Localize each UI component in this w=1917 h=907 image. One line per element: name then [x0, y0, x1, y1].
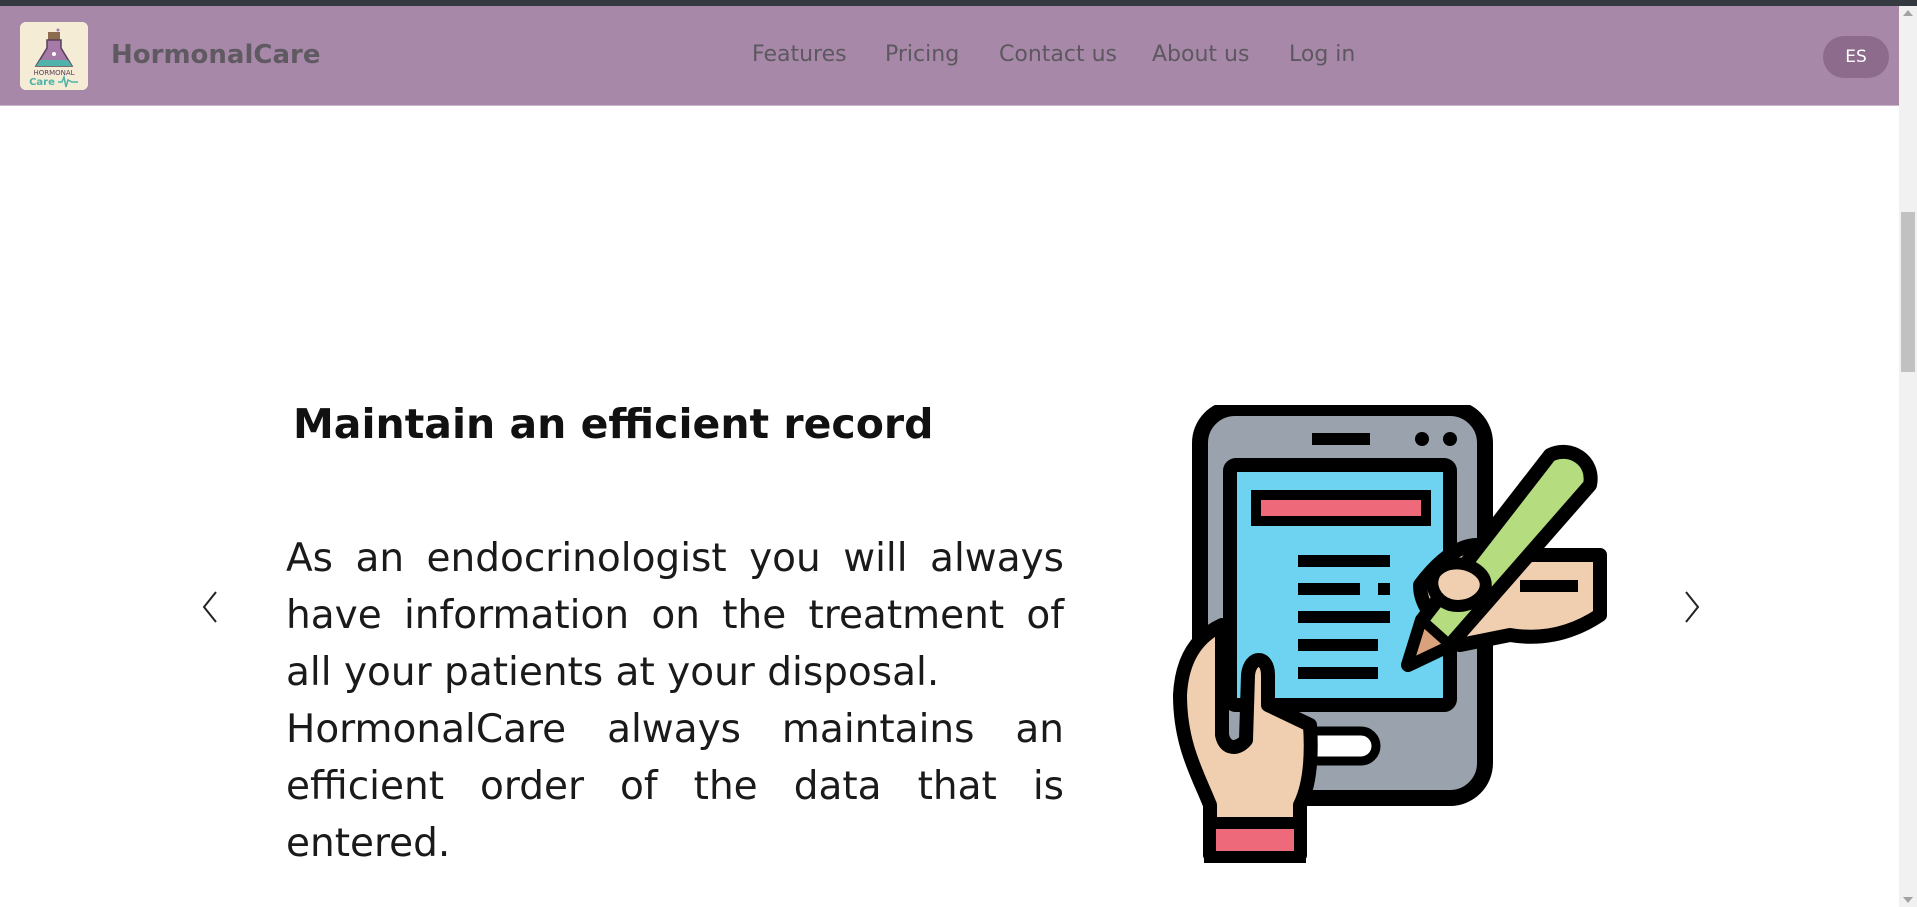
nav-link-pricing[interactable]: Pricing [885, 42, 959, 67]
nav-link-log-in[interactable]: Log in [1289, 42, 1355, 67]
slide-description: As an endocrinologist you will always ha… [286, 530, 1064, 872]
scrollbar-thumb[interactable] [1901, 212, 1915, 372]
slide-paragraph-1: As an endocrinologist you will always ha… [286, 536, 1064, 695]
flask-logo-icon: HORMONAL Care [20, 22, 88, 90]
hormonalcare-logo[interactable]: HORMONAL Care [20, 22, 88, 90]
chevron-right-icon [1685, 591, 1700, 623]
top-navbar: HORMONAL Care HormonalCare Features Pric… [0, 6, 1899, 106]
tablet-with-pen-icon [1173, 400, 1607, 863]
language-toggle-button[interactable]: ES [1823, 36, 1889, 78]
svg-text:HORMONAL: HORMONAL [33, 69, 74, 77]
scroll-up-arrow-icon[interactable] [1903, 10, 1913, 16]
chevron-left-icon [202, 591, 217, 623]
slide-heading: Maintain an efficient record [293, 400, 934, 448]
svg-text:Care: Care [29, 77, 55, 88]
slide-paragraph-2: HormonalCare always maintains an efficie… [286, 707, 1064, 866]
nav-link-features[interactable]: Features [752, 42, 847, 67]
scroll-down-arrow-icon[interactable] [1903, 897, 1913, 903]
nav-link-about-us[interactable]: About us [1152, 42, 1249, 67]
carousel-next-button[interactable] [1676, 587, 1706, 627]
brand-name[interactable]: HormonalCare [111, 40, 320, 70]
nav-link-contact-us[interactable]: Contact us [999, 42, 1117, 67]
tablet-with-pen-illustration [1150, 400, 1610, 865]
carousel-prev-button[interactable] [196, 587, 226, 627]
page-scrollbar[interactable] [1899, 6, 1917, 907]
